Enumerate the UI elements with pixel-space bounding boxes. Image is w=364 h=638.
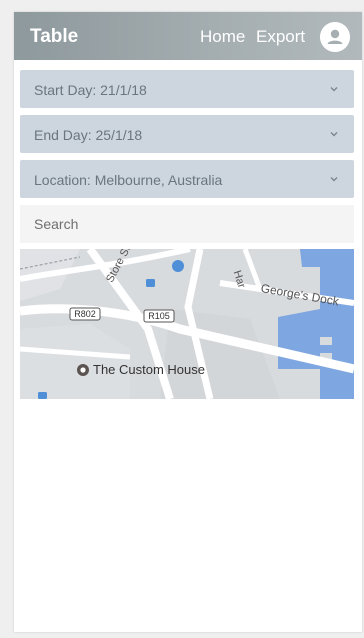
nav-export-link[interactable]: Export	[256, 27, 305, 47]
start-day-label: Start Day: 21/1/18	[34, 82, 147, 98]
map-label-r105: R105	[148, 311, 170, 321]
top-bar: Table Home Export	[14, 12, 362, 60]
location-select[interactable]: Location: Melbourne, Australia	[20, 160, 354, 198]
user-avatar-icon[interactable]	[320, 22, 350, 52]
chevron-down-icon	[330, 177, 338, 182]
map-view[interactable]: Store St Har George's Dock R802 R105 The…	[20, 249, 354, 399]
app-frame: Table Home Export Start Day: 21/1/18 End…	[14, 12, 362, 632]
location-label: Location: Melbourne, Australia	[34, 172, 223, 188]
nav-home-link[interactable]: Home	[200, 27, 245, 47]
chevron-down-icon	[330, 132, 338, 137]
end-day-select[interactable]: End Day: 25/1/18	[20, 115, 354, 153]
map-label-r802: R802	[74, 309, 96, 319]
start-day-select[interactable]: Start Day: 21/1/18	[20, 70, 354, 108]
search-input[interactable]	[20, 205, 354, 243]
map-label-custom-house[interactable]: The Custom House	[93, 363, 205, 377]
page-title: Table	[30, 26, 79, 47]
end-day-label: End Day: 25/1/18	[34, 127, 143, 143]
chevron-down-icon	[330, 87, 338, 92]
